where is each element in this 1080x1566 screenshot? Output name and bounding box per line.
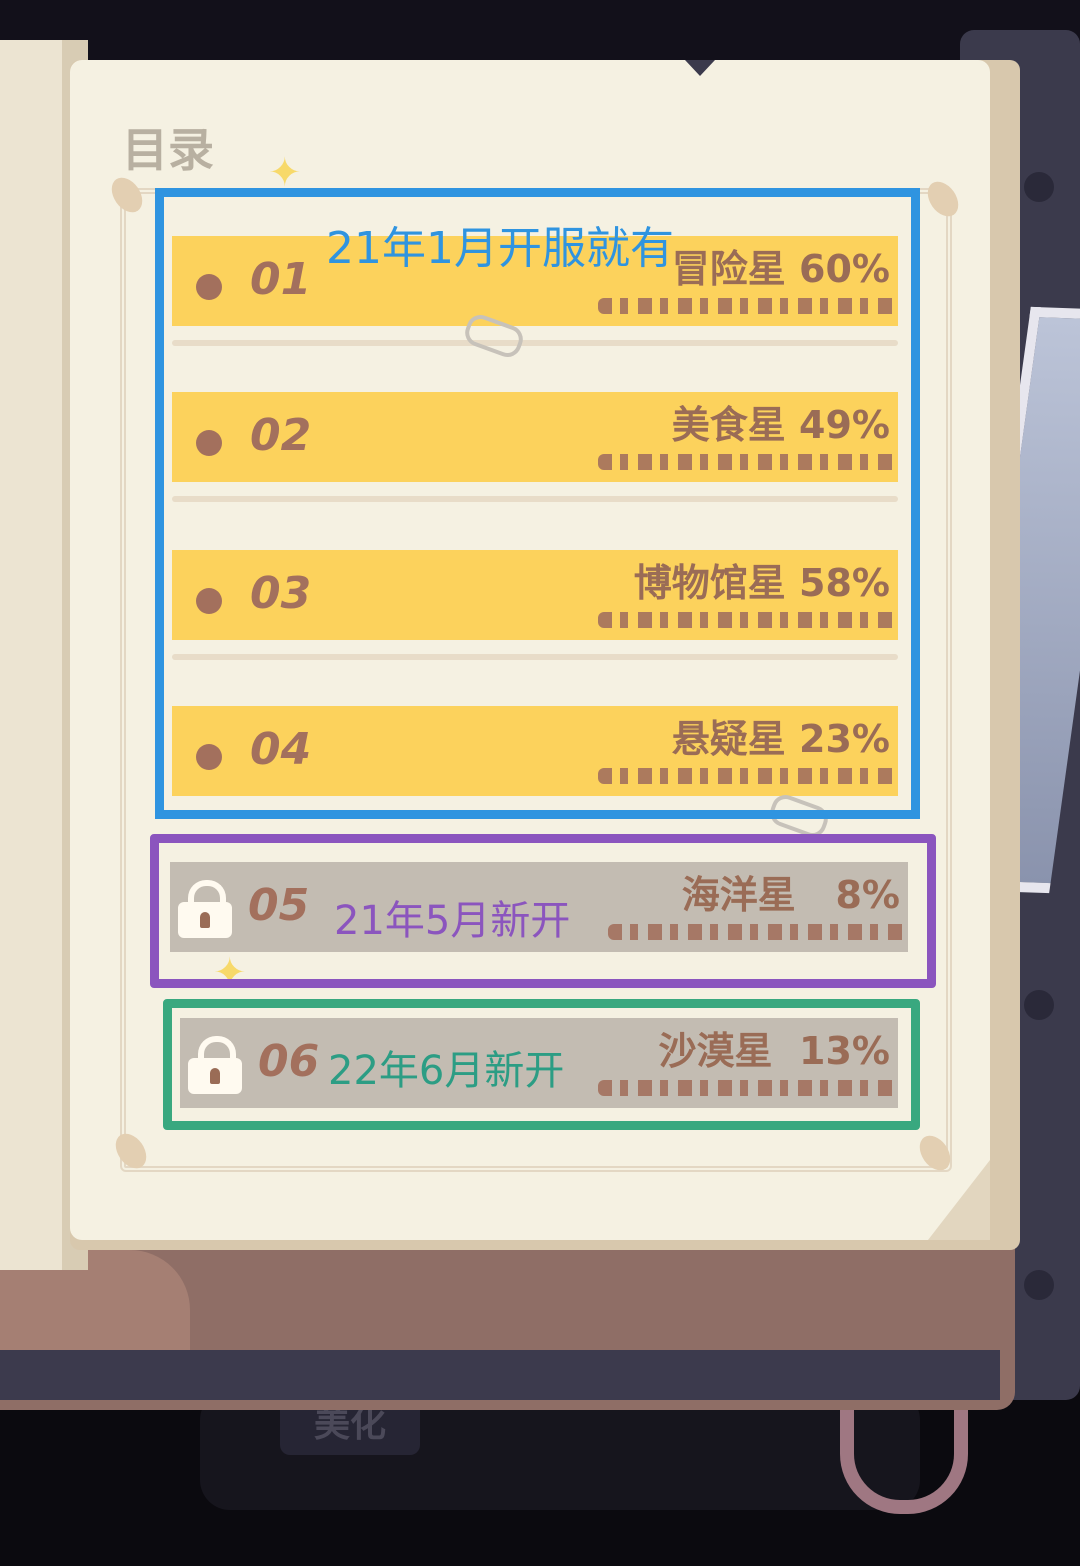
annotation-box-blue (155, 188, 920, 819)
bolt-icon (1024, 172, 1054, 202)
book-cover-shadow (0, 1350, 1000, 1400)
annotation-note-green: 22年6月新开 (328, 1048, 565, 1094)
annotation-note-blue: 21年1月开服就有 (326, 223, 674, 274)
bolt-icon (1024, 990, 1054, 1020)
background-top (0, 0, 1080, 60)
bolt-icon (1024, 1270, 1054, 1300)
annotation-note-purple: 21年5月新开 (334, 898, 571, 944)
page-title: 目录 (122, 123, 214, 177)
